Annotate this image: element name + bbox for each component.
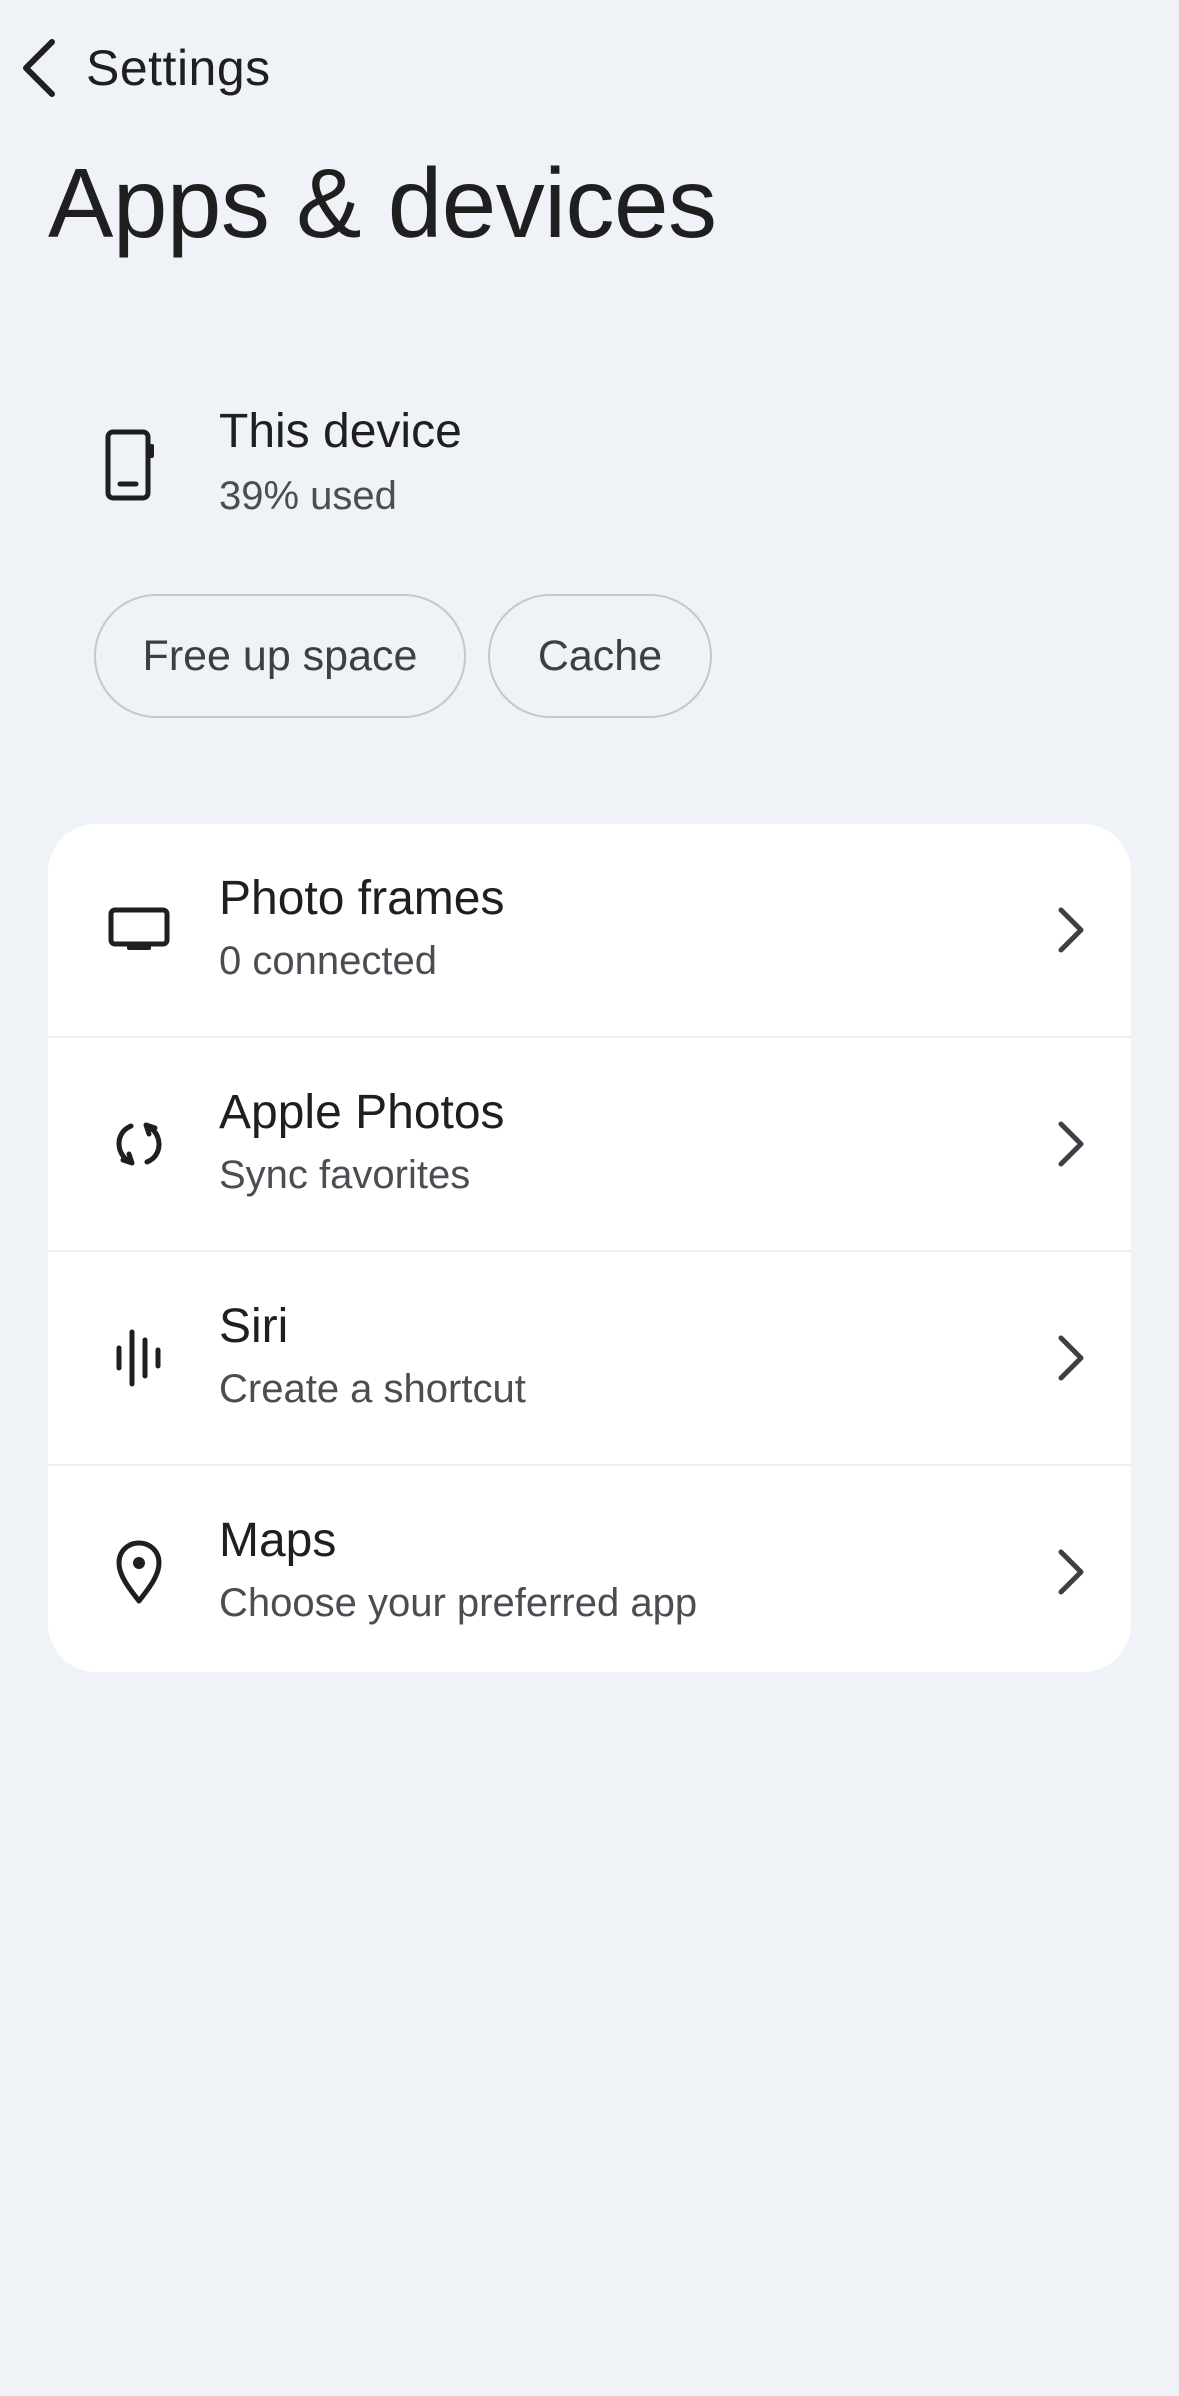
storage-actions: Free up space Cache [94,594,712,718]
top-bar: Settings [0,0,1179,140]
free-up-space-button[interactable]: Free up space [94,594,466,718]
sync-icon [116,1122,162,1166]
chevron-right-icon [1058,1549,1084,1595]
cache-button[interactable]: Cache [488,594,712,718]
map-pin-icon [116,1540,162,1604]
item-title: Apple Photos [219,1086,505,1139]
settings-card: Photo frames 0 connected Apple Photos Sy… [48,824,1131,1672]
item-subtitle: Sync favorites [219,1153,471,1197]
chevron-right-icon [1058,907,1084,953]
page-title: Apps & devices [48,148,717,258]
item-title: Maps [219,1514,337,1567]
phone-icon [105,429,154,501]
item-title: Siri [219,1300,289,1353]
item-subtitle: Create a shortcut [219,1367,526,1411]
chevron-right-icon [1058,1335,1084,1381]
list-item-photo-frames[interactable]: Photo frames 0 connected [48,824,1131,1036]
item-subtitle: Choose your preferred app [219,1581,698,1625]
back-label: Settings [86,40,271,96]
device-usage: 39% used [219,474,397,518]
chevron-right-icon [1058,1121,1084,1167]
back-button[interactable]: Settings [18,26,291,110]
voice-waveform-icon [116,1329,161,1387]
device-storage-row: This device 39% used [0,390,1179,540]
list-item-siri[interactable]: Siri Create a shortcut [48,1250,1131,1464]
list-item-apple-photos[interactable]: Apple Photos Sync favorites [48,1036,1131,1250]
item-subtitle: 0 connected [219,939,437,983]
chevron-left-icon [23,39,55,97]
list-item-maps[interactable]: Maps Choose your preferred app [48,1464,1131,1672]
item-title: Photo frames [219,872,505,925]
photo-frame-icon [108,907,170,950]
device-title: This device [219,405,462,458]
